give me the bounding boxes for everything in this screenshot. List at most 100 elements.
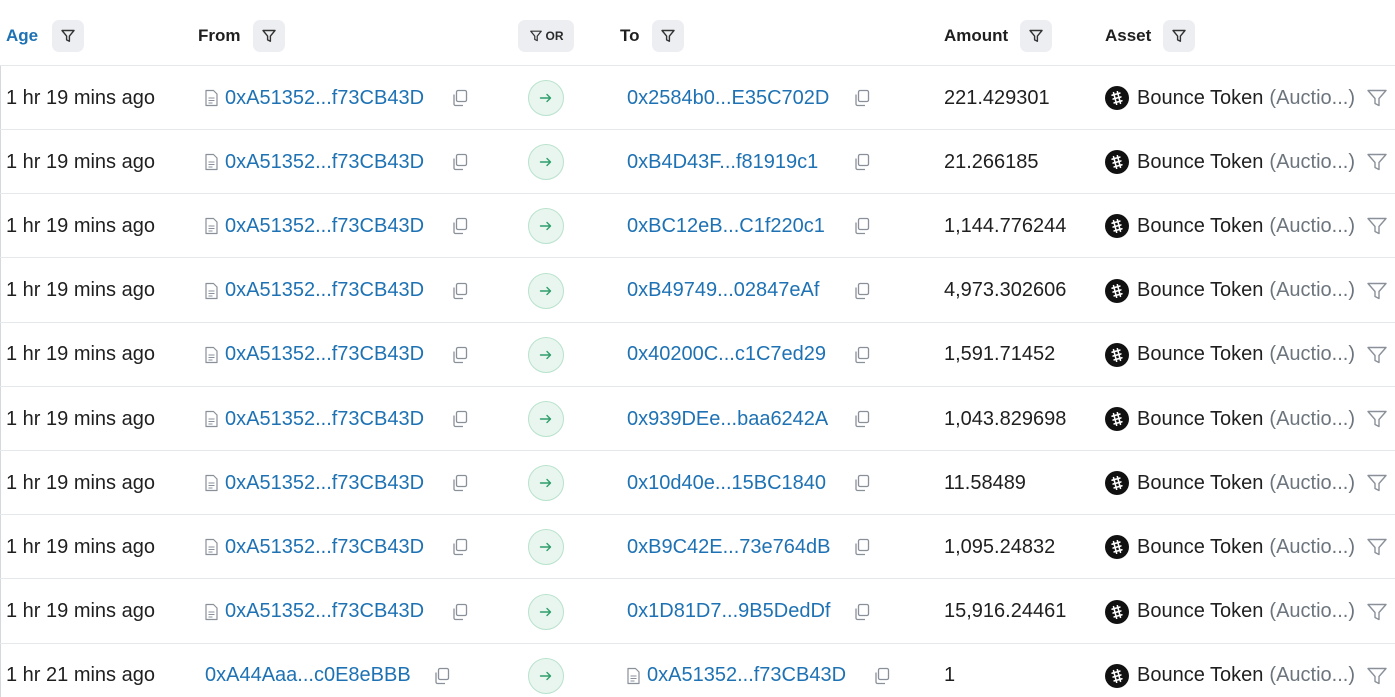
from-copy-button[interactable] — [450, 451, 470, 515]
age-text[interactable]: 1 hr 19 mins ago — [6, 151, 155, 174]
age-text[interactable]: 1 hr 19 mins ago — [6, 408, 155, 431]
to-copy-button[interactable] — [852, 194, 872, 258]
asset-cell[interactable]: Bounce Token (Auctio...) — [1105, 451, 1355, 515]
to-copy-button[interactable] — [852, 387, 872, 451]
asset-cell[interactable]: Bounce Token (Auctio...) — [1105, 259, 1355, 323]
age-text[interactable]: 1 hr 19 mins ago — [6, 600, 155, 623]
to-address-link[interactable]: 0xB4D43F...f81919c1 — [627, 151, 818, 174]
copy-icon[interactable] — [872, 666, 892, 686]
from-address-link[interactable]: 0xA51352...f73CB43D — [225, 151, 424, 174]
to-address-link[interactable]: 0x40200C...c1C7ed29 — [627, 343, 826, 366]
to-address-link[interactable]: 0x1D81D7...9B5DedDf — [627, 600, 830, 623]
to-address-link[interactable]: 0xA51352...f73CB43D — [647, 664, 846, 687]
to-address-link[interactable]: 0x939DEe...baa6242A — [627, 408, 828, 431]
asset-cell[interactable]: Bounce Token (Auctio...) — [1105, 66, 1355, 130]
to-address-link[interactable]: 0x10d40e...15BC1840 — [627, 472, 826, 495]
to-address-link[interactable]: 0xBC12eB...C1f220c1 — [627, 215, 825, 238]
column-age-label[interactable]: Age — [6, 26, 38, 46]
asset-row-filter-button[interactable] — [1366, 259, 1388, 323]
copy-icon[interactable] — [450, 602, 470, 622]
asset-row-filter-button[interactable] — [1366, 515, 1388, 579]
from-copy-button[interactable] — [450, 66, 470, 130]
asset-cell[interactable]: Bounce Token (Auctio...) — [1105, 194, 1355, 258]
age-cell[interactable]: 1 hr 21 mins ago — [6, 644, 155, 697]
asset-row-filter-button[interactable] — [1366, 451, 1388, 515]
age-cell[interactable]: 1 hr 19 mins ago — [6, 451, 155, 515]
age-cell[interactable]: 1 hr 19 mins ago — [6, 387, 155, 451]
from-filter-button[interactable] — [252, 20, 285, 52]
asset-filter-button[interactable] — [1163, 20, 1196, 52]
token-name-link[interactable]: Bounce Token — [1137, 343, 1263, 366]
from-address-link[interactable]: 0xA51352...f73CB43D — [225, 408, 424, 431]
asset-row-filter-button[interactable] — [1366, 323, 1388, 387]
to-address-link[interactable]: 0xB49749...02847eAf — [627, 279, 819, 302]
token-name-link[interactable]: Bounce Token — [1137, 151, 1263, 174]
token-name-link[interactable]: Bounce Token — [1137, 87, 1263, 110]
to-copy-button[interactable] — [852, 515, 872, 579]
age-text[interactable]: 1 hr 19 mins ago — [6, 87, 155, 110]
from-copy-button[interactable] — [450, 194, 470, 258]
asset-row-filter-button[interactable] — [1366, 130, 1388, 194]
token-name-link[interactable]: Bounce Token — [1137, 279, 1263, 302]
asset-cell[interactable]: Bounce Token (Auctio...) — [1105, 387, 1355, 451]
age-cell[interactable]: 1 hr 19 mins ago — [6, 580, 155, 644]
asset-row-filter-button[interactable] — [1366, 66, 1388, 130]
copy-icon[interactable] — [852, 281, 872, 301]
from-address-link[interactable]: 0xA51352...f73CB43D — [225, 215, 424, 238]
asset-row-filter-button[interactable] — [1366, 387, 1388, 451]
age-text[interactable]: 1 hr 19 mins ago — [6, 279, 155, 302]
copy-icon[interactable] — [450, 409, 470, 429]
age-text[interactable]: 1 hr 21 mins ago — [6, 664, 155, 687]
token-name-link[interactable]: Bounce Token — [1137, 664, 1263, 687]
copy-icon[interactable] — [852, 602, 872, 622]
copy-icon[interactable] — [450, 152, 470, 172]
from-address-link[interactable]: 0xA51352...f73CB43D — [225, 279, 424, 302]
copy-icon[interactable] — [450, 216, 470, 236]
copy-icon[interactable] — [852, 88, 872, 108]
age-text[interactable]: 1 hr 19 mins ago — [6, 536, 155, 559]
asset-row-filter-button[interactable] — [1366, 644, 1388, 697]
or-filter-button[interactable]: OR — [518, 20, 574, 52]
token-name-link[interactable]: Bounce Token — [1137, 408, 1263, 431]
to-address-link[interactable]: 0xB9C42E...73e764dB — [627, 536, 831, 559]
to-copy-button[interactable] — [852, 66, 872, 130]
to-filter-button[interactable] — [651, 20, 684, 52]
token-name-link[interactable]: Bounce Token — [1137, 536, 1263, 559]
to-copy-button[interactable] — [852, 130, 872, 194]
copy-icon[interactable] — [432, 666, 452, 686]
asset-cell[interactable]: Bounce Token (Auctio...) — [1105, 644, 1355, 697]
age-cell[interactable]: 1 hr 19 mins ago — [6, 194, 155, 258]
age-cell[interactable]: 1 hr 19 mins ago — [6, 515, 155, 579]
age-cell[interactable]: 1 hr 19 mins ago — [6, 259, 155, 323]
token-name-link[interactable]: Bounce Token — [1137, 472, 1263, 495]
copy-icon[interactable] — [450, 345, 470, 365]
from-address-link[interactable]: 0xA51352...f73CB43D — [225, 600, 424, 623]
from-address-link[interactable]: 0xA51352...f73CB43D — [225, 536, 424, 559]
from-address-link[interactable]: 0xA51352...f73CB43D — [225, 472, 424, 495]
copy-icon[interactable] — [852, 409, 872, 429]
from-copy-button[interactable] — [450, 259, 470, 323]
token-name-link[interactable]: Bounce Token — [1137, 600, 1263, 623]
age-text[interactable]: 1 hr 19 mins ago — [6, 215, 155, 238]
copy-icon[interactable] — [450, 473, 470, 493]
from-copy-button[interactable] — [450, 130, 470, 194]
from-copy-button[interactable] — [450, 580, 470, 644]
asset-row-filter-button[interactable] — [1366, 580, 1388, 644]
from-address-link[interactable]: 0xA51352...f73CB43D — [225, 87, 424, 110]
from-copy-button[interactable] — [450, 323, 470, 387]
copy-icon[interactable] — [450, 537, 470, 557]
age-cell[interactable]: 1 hr 19 mins ago — [6, 323, 155, 387]
asset-row-filter-button[interactable] — [1366, 194, 1388, 258]
to-copy-button[interactable] — [852, 259, 872, 323]
to-copy-button[interactable] — [852, 451, 872, 515]
age-text[interactable]: 1 hr 19 mins ago — [6, 472, 155, 495]
copy-icon[interactable] — [852, 473, 872, 493]
from-address-link[interactable]: 0xA44Aaa...c0E8eBBB — [205, 664, 411, 687]
copy-icon[interactable] — [852, 345, 872, 365]
age-filter-button[interactable] — [52, 20, 85, 52]
from-copy-button[interactable] — [432, 644, 452, 697]
token-name-link[interactable]: Bounce Token — [1137, 215, 1263, 238]
age-cell[interactable]: 1 hr 19 mins ago — [6, 66, 155, 130]
age-cell[interactable]: 1 hr 19 mins ago — [6, 130, 155, 194]
to-copy-button[interactable] — [852, 580, 872, 644]
